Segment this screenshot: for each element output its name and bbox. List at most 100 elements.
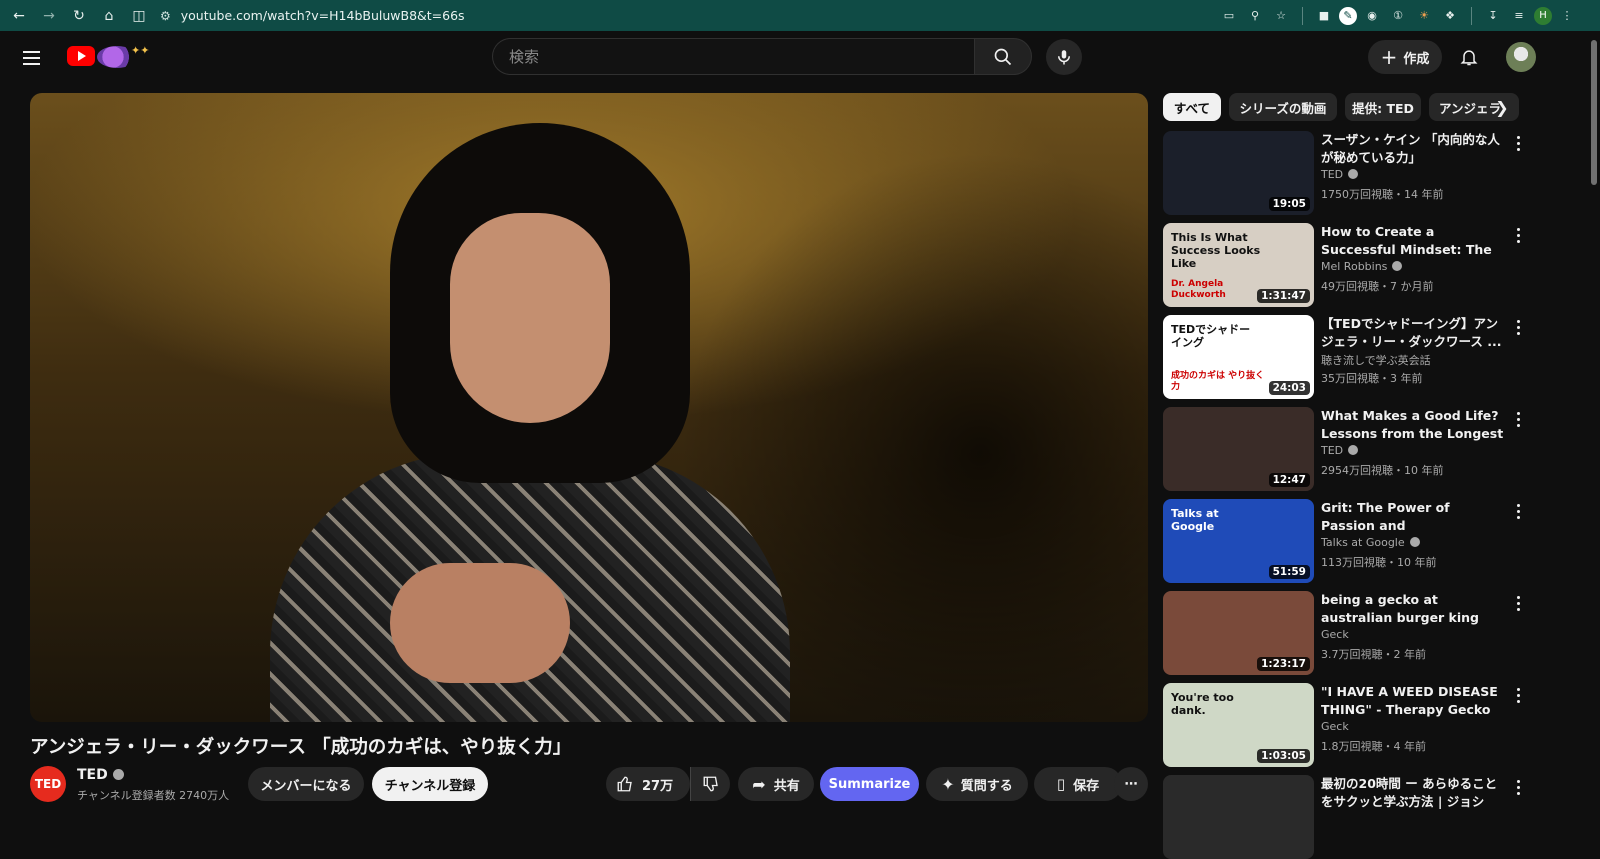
- like-button[interactable]: 27万: [606, 767, 690, 801]
- join-button[interactable]: メンバーになる: [248, 767, 364, 801]
- dislike-button[interactable]: [690, 767, 730, 801]
- ask-button[interactable]: ✦ 質問する: [926, 767, 1028, 801]
- recommendation-item[interactable]: This Is What Success Looks Like Dr. Angel…: [1163, 223, 1535, 307]
- recommendation-meta: 49万回視聴・7 か月前: [1321, 280, 1434, 293]
- recommendation-channel[interactable]: TED: [1321, 168, 1359, 181]
- recommendation-title[interactable]: How to Create a Successful Mindset: The …: [1321, 223, 1505, 259]
- extensions-puzzle-icon[interactable]: ❖: [1439, 5, 1461, 27]
- video-duration-badge: 1:03:05: [1257, 749, 1310, 763]
- thumbs-down-icon: [703, 776, 718, 792]
- subscribe-button[interactable]: チャンネル登録: [372, 767, 488, 801]
- recommendation-thumbnail[interactable]: This Is What Success Looks Like Dr. Angel…: [1163, 223, 1314, 307]
- recommendation-thumbnail[interactable]: TEDでシャドーイング 成功のカギは やり抜く力 24:03: [1163, 315, 1314, 399]
- recommendation-thumbnail[interactable]: [1163, 775, 1314, 859]
- recommendation-title[interactable]: "I HAVE A WEED DISEASE THING" - Therapy …: [1321, 683, 1505, 719]
- recommendation-channel[interactable]: Talks at Google: [1321, 536, 1420, 549]
- chip-all[interactable]: すべて: [1163, 93, 1221, 121]
- notifications-button[interactable]: [1454, 42, 1484, 72]
- more-vertical-icon[interactable]: [1511, 685, 1525, 705]
- summarize-button[interactable]: Summarize: [820, 767, 919, 801]
- chip-series[interactable]: シリーズの動画: [1229, 93, 1337, 121]
- profile-avatar[interactable]: H: [1534, 6, 1552, 25]
- download-icon[interactable]: ↧: [1482, 5, 1504, 27]
- bookmark-star-icon[interactable]: ☆: [1270, 5, 1292, 27]
- recommendation-item[interactable]: 12:47 What Makes a Good Life? Lessons fro…: [1163, 407, 1535, 491]
- recommendation-title[interactable]: 【TEDでシャドーイング】アンジェラ・リー・ダックワース ...: [1321, 315, 1505, 351]
- channel-name[interactable]: TED: [77, 767, 124, 783]
- reading-list-icon[interactable]: ≡: [1508, 5, 1530, 27]
- recommendation-title[interactable]: スーザン・ケイン 「内向的な人が秘めている力」: [1321, 131, 1505, 167]
- address-bar[interactable]: ⚙ youtube.com/watch?v=H14bBuluwB8&t=66s: [160, 4, 1160, 28]
- browser-menu-icon[interactable]: ⋮: [1556, 5, 1578, 27]
- search-button[interactable]: [974, 38, 1032, 75]
- hamburger-menu-icon[interactable]: [14, 41, 48, 75]
- recommendation-thumbnail[interactable]: Talks at Google 51:59: [1163, 499, 1314, 583]
- create-button[interactable]: + 作成: [1368, 40, 1442, 74]
- recommendation-channel[interactable]: Geck: [1321, 720, 1349, 733]
- chip-from-ted[interactable]: 提供: TED: [1345, 93, 1421, 121]
- cast-icon[interactable]: ▭: [1218, 5, 1240, 27]
- more-actions-button[interactable]: ⋯: [1114, 767, 1148, 801]
- recommendation-item[interactable]: 19:05 スーザン・ケイン 「内向的な人が秘めている力」 TED 1750万回視聴・…: [1163, 131, 1535, 215]
- scrollbar-thumb[interactable]: [1591, 40, 1597, 185]
- recommendation-channel-name: Geck: [1321, 720, 1349, 733]
- recommendation-channel[interactable]: 聴き流しで学ぶ英会話: [1321, 352, 1431, 368]
- recommendation-meta: 1.8万回視聴・4 年前: [1321, 740, 1426, 753]
- extension-1password-icon[interactable]: ①: [1387, 5, 1409, 27]
- recommendation-channel[interactable]: TED: [1321, 444, 1359, 457]
- verified-icon: [112, 769, 124, 780]
- recommendation-item[interactable]: 1:23:17 being a gecko at australian burge…: [1163, 591, 1535, 675]
- recommendation-title[interactable]: being a gecko at australian burger king: [1321, 591, 1505, 627]
- thumbnail-overlay-text: Talks at Google: [1171, 507, 1219, 533]
- more-vertical-icon[interactable]: [1511, 225, 1525, 245]
- plus-icon: +: [1380, 45, 1398, 69]
- extension-notion-icon[interactable]: ■: [1313, 5, 1335, 27]
- recommendation-item[interactable]: Talks at Google 51:59 Grit: The Power of P…: [1163, 499, 1535, 583]
- recommendation-channel-name: TED: [1321, 444, 1344, 457]
- channel-name-text: TED: [77, 767, 108, 783]
- recommendation-item[interactable]: TEDでシャドーイング 成功のカギは やり抜く力 24:03 【TEDでシャドーイング…: [1163, 315, 1535, 399]
- recommendation-channel[interactable]: Mel Robbins: [1321, 260, 1403, 273]
- more-vertical-icon[interactable]: [1511, 501, 1525, 521]
- channel-avatar[interactable]: TED: [30, 766, 66, 802]
- forward-icon[interactable]: →: [34, 4, 64, 28]
- video-duration-badge: 24:03: [1268, 381, 1310, 395]
- extension-pen-icon[interactable]: ✎: [1339, 6, 1357, 25]
- recommendation-meta: 3.7万回視聴・2 年前: [1321, 648, 1426, 661]
- zoom-icon[interactable]: ⚲: [1244, 5, 1266, 27]
- extension-shield-icon[interactable]: ◉: [1361, 5, 1383, 27]
- account-avatar[interactable]: [1506, 42, 1536, 72]
- more-vertical-icon[interactable]: [1511, 133, 1525, 153]
- recommendation-title[interactable]: What Makes a Good Life? Lessons from the…: [1321, 407, 1505, 443]
- search-input[interactable]: 検索: [492, 38, 974, 75]
- recommendation-title[interactable]: 最初の20時間 ー あらゆることをサクッと学ぶ方法 | ジョシュ...: [1321, 775, 1505, 811]
- more-vertical-icon[interactable]: [1511, 777, 1525, 797]
- split-view-icon[interactable]: ◫: [124, 4, 154, 28]
- recommendation-thumbnail[interactable]: You're too dank. 1:03:05: [1163, 683, 1314, 767]
- browser-toolbar: ← → ↻ ⌂ ◫ ⚙ youtube.com/watch?v=H14bBulu…: [0, 0, 1600, 31]
- back-icon[interactable]: ←: [4, 4, 34, 28]
- recommendation-item[interactable]: You're too dank. 1:03:05 "I HAVE A WEED DI…: [1163, 683, 1535, 767]
- recommendation-thumbnail[interactable]: 1:23:17: [1163, 591, 1314, 675]
- chevron-right-icon[interactable]: ❯: [1489, 94, 1515, 120]
- more-vertical-icon[interactable]: [1511, 317, 1525, 337]
- reload-icon[interactable]: ↻: [64, 4, 94, 28]
- video-duration-badge: 12:47: [1268, 473, 1310, 487]
- voice-search-button[interactable]: [1046, 39, 1082, 75]
- recommendation-item[interactable]: 最初の20時間 ー あらゆることをサクッと学ぶ方法 | ジョシュ...: [1163, 775, 1535, 859]
- youtube-logo[interactable]: ✦✦: [67, 44, 155, 72]
- site-settings-icon[interactable]: ⚙: [160, 9, 171, 23]
- recommendation-thumbnail[interactable]: 19:05: [1163, 131, 1314, 215]
- recommendation-title[interactable]: Grit: The Power of Passion and Persevera…: [1321, 499, 1505, 535]
- home-icon[interactable]: ⌂: [94, 4, 124, 28]
- extension-sun-icon[interactable]: ☀: [1413, 5, 1435, 27]
- save-button[interactable]: ▯ 保存: [1034, 767, 1122, 801]
- more-vertical-icon[interactable]: [1511, 593, 1525, 613]
- video-frame-face: [450, 213, 610, 423]
- recommendation-thumbnail[interactable]: 12:47: [1163, 407, 1314, 491]
- recommendation-channel[interactable]: Geck: [1321, 628, 1349, 641]
- video-player[interactable]: [30, 93, 1148, 722]
- more-vertical-icon[interactable]: [1511, 409, 1525, 429]
- create-label: 作成: [1403, 51, 1430, 67]
- share-button[interactable]: ➦ 共有: [738, 767, 814, 801]
